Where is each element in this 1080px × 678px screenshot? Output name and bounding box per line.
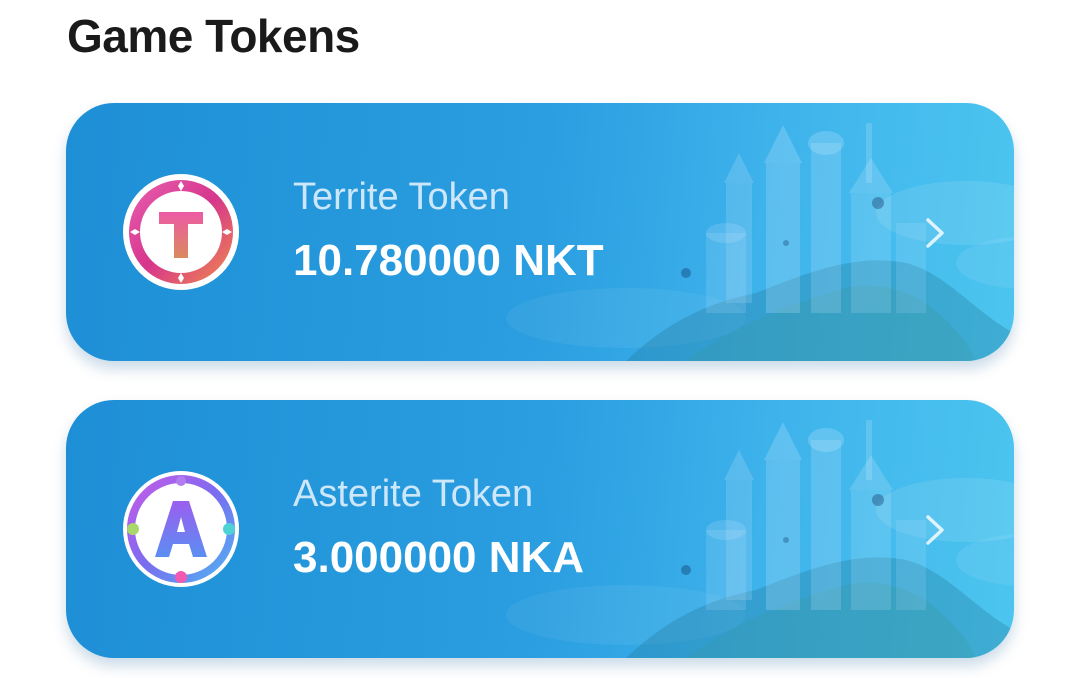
token-name: Territe Token [293, 176, 510, 218]
territe-token-logo [123, 174, 239, 290]
game-tokens-page: Game Tokens Territe Token 10.780000 NKT … [0, 0, 1080, 678]
token-card-territe[interactable]: Territe Token 10.780000 NKT [66, 103, 1014, 361]
chevron-right-icon[interactable] [922, 216, 948, 250]
token-card-asterite[interactable]: Asterite Token 3.000000 NKA [66, 400, 1014, 658]
asterite-token-logo [123, 471, 239, 587]
token-name: Asterite Token [293, 473, 534, 515]
token-info: Territe Token 10.780000 NKT [293, 173, 604, 287]
section-title: Game Tokens [67, 10, 360, 62]
token-amount: 10.780000 NKT [293, 236, 604, 285]
chevron-right-icon[interactable] [922, 513, 948, 547]
token-amount: 3.000000 NKA [293, 533, 585, 582]
token-info: Asterite Token 3.000000 NKA [293, 470, 584, 584]
